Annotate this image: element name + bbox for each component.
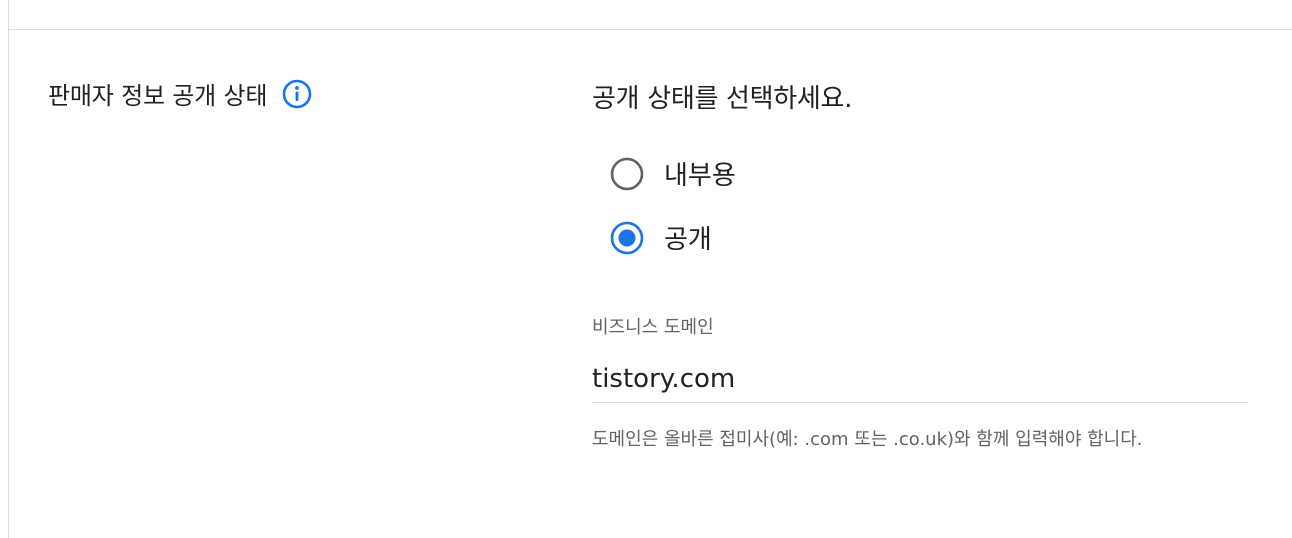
domain-input[interactable] — [592, 356, 1248, 403]
section-header: 판매자 정보 공개 상태 — [48, 76, 313, 111]
domain-field-label: 비즈니스 도메인 — [592, 317, 714, 338]
panel-left-border — [8, 0, 9, 538]
radio-option-public[interactable]: 공개 — [610, 219, 712, 256]
radio-label-internal: 내부용 — [664, 161, 736, 191]
radio-unselected-icon[interactable] — [610, 157, 644, 191]
section-divider — [8, 29, 1292, 30]
radio-option-internal[interactable]: 내부용 — [610, 155, 736, 192]
info-icon[interactable] — [281, 78, 313, 110]
settings-page: 판매자 정보 공개 상태 공개 상태를 선택하세요. 내부용 공개 비즈니스 도… — [0, 0, 1292, 538]
section-label: 판매자 정보 공개 상태 — [48, 82, 268, 110]
visibility-prompt: 공개 상태를 선택하세요. — [592, 84, 853, 114]
radio-label-public: 공개 — [664, 225, 712, 255]
domain-helper-text: 도메인은 올바른 접미사(예: .com 또는 .co.uk)와 함께 입력해야… — [592, 429, 1143, 450]
radio-selected-icon[interactable] — [610, 221, 644, 255]
